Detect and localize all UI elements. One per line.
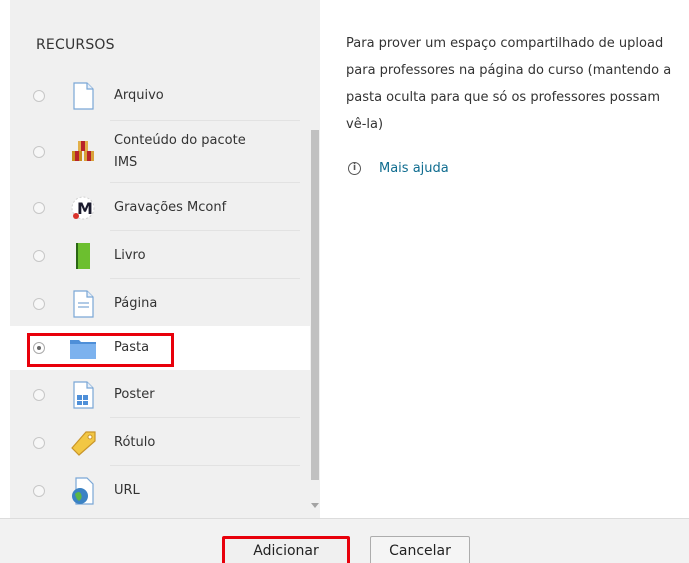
list-item-poster[interactable]: Poster	[10, 375, 310, 415]
label-tag-icon	[68, 428, 98, 458]
divider	[110, 230, 300, 231]
item-label: URL	[114, 483, 140, 498]
divider	[110, 465, 300, 466]
help-row: i Mais ajuda	[346, 161, 449, 176]
poster-icon	[68, 380, 98, 410]
page-icon	[68, 289, 98, 319]
file-icon	[68, 81, 98, 111]
module-description: Para prover um espaço compartilhado de u…	[346, 36, 672, 132]
mconf-icon: M	[68, 193, 98, 223]
add-button[interactable]: Adicionar	[222, 536, 350, 563]
item-label: Rótulo	[114, 435, 156, 450]
scrollbar-thumb[interactable]	[311, 130, 319, 480]
list-item-pasta[interactable]: Pasta	[10, 326, 310, 370]
radio-mconf[interactable]	[33, 202, 45, 214]
dialog-footer: Adicionar Cancelar	[0, 518, 689, 563]
list-item-url[interactable]: URL	[10, 471, 310, 511]
item-label: Conteúdo do pacote	[114, 133, 246, 148]
cancel-button[interactable]: Cancelar	[370, 536, 470, 563]
item-label: Página	[114, 296, 158, 311]
list-item-pagina[interactable]: Página	[10, 284, 310, 324]
radio-url[interactable]	[33, 485, 45, 497]
item-label: Pasta	[114, 340, 150, 355]
radio-ims[interactable]	[33, 146, 45, 158]
section-title: RECURSOS	[36, 37, 115, 53]
folder-icon	[68, 333, 98, 363]
book-icon	[68, 241, 98, 271]
radio-pasta[interactable]	[33, 342, 45, 354]
scrollbar[interactable]	[310, 0, 320, 518]
svg-text:M: M	[77, 199, 93, 218]
list-item-rotulo[interactable]: Rótulo	[10, 423, 310, 463]
item-label: Poster	[114, 387, 155, 402]
info-icon: i	[348, 162, 361, 175]
radio-poster[interactable]	[33, 389, 45, 401]
radio-livro[interactable]	[33, 250, 45, 262]
radio-pagina[interactable]	[33, 298, 45, 310]
scroll-down-arrow-icon[interactable]	[311, 503, 319, 508]
resources-panel: RECURSOS Arquivo Conteúdo do pacote IMS …	[10, 0, 320, 518]
radio-arquivo[interactable]	[33, 90, 45, 102]
divider	[110, 120, 300, 121]
item-label-line2: IMS	[114, 155, 138, 170]
divider	[110, 417, 300, 418]
list-item-ims[interactable]: Conteúdo do pacote IMS	[10, 126, 310, 180]
list-item-livro[interactable]: Livro	[10, 236, 310, 276]
radio-rotulo[interactable]	[33, 437, 45, 449]
item-label: Gravações Mconf	[114, 200, 227, 215]
divider	[110, 278, 300, 279]
divider	[110, 182, 300, 183]
ims-package-icon	[68, 137, 98, 167]
globe-icon	[68, 476, 98, 506]
item-label: Arquivo	[114, 88, 164, 103]
more-help-link[interactable]: Mais ajuda	[379, 161, 449, 176]
list-item-mconf[interactable]: M Gravações Mconf	[10, 188, 310, 228]
item-label: Livro	[114, 248, 146, 263]
list-item-arquivo[interactable]: Arquivo	[10, 78, 310, 114]
